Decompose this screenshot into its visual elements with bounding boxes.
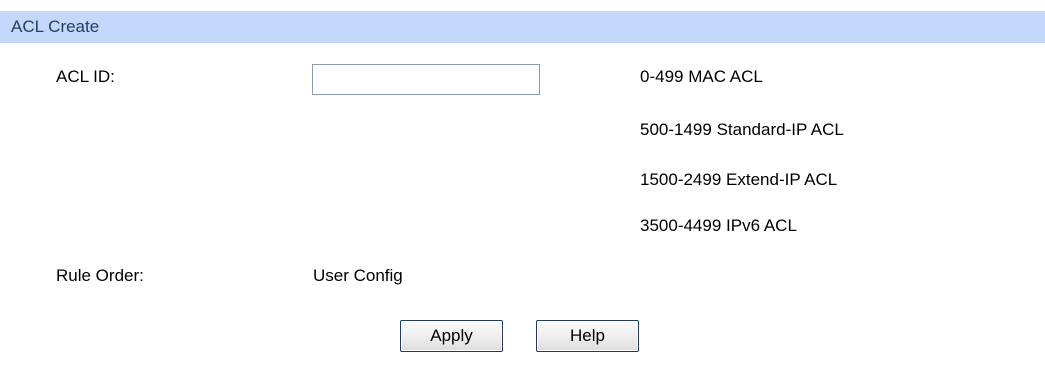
rule-order-label: Rule Order:	[56, 266, 144, 285]
section-header: ACL Create	[0, 11, 1045, 43]
acl-id-range-standard-ip: 500-1499 Standard-IP ACL	[640, 120, 844, 139]
section-title: ACL Create	[11, 17, 100, 36]
acl-id-range-mac: 0-499 MAC ACL	[640, 67, 763, 86]
acl-id-label: ACL ID:	[56, 67, 115, 86]
acl-id-range-ipv6: 3500-4499 IPv6 ACL	[640, 216, 797, 235]
acl-id-input[interactable]	[312, 64, 540, 95]
rule-order-value: User Config	[313, 266, 403, 285]
apply-button[interactable]: Apply	[400, 320, 503, 352]
acl-id-range-extend-ip: 1500-2499 Extend-IP ACL	[640, 170, 838, 189]
help-button[interactable]: Help	[536, 320, 639, 352]
